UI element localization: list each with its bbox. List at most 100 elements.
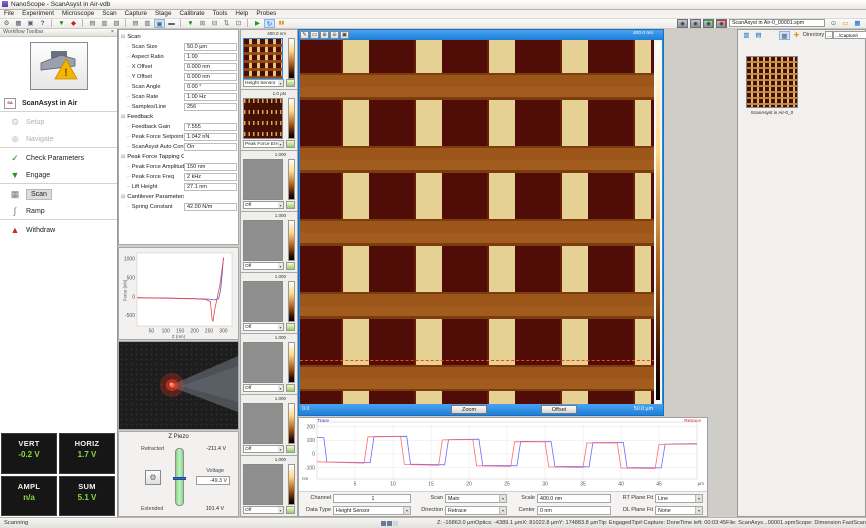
menu-item[interactable]: Microscope [58, 10, 98, 18]
workflow-item-ramp[interactable]: ∫ Ramp [0, 203, 117, 220]
scope-control-value[interactable]: Height Sensor [333, 506, 411, 515]
save-icon[interactable]: ▣ [25, 19, 36, 28]
z-piezo-settings-button[interactable]: ⚙ [145, 470, 161, 485]
grid-tool-icon[interactable]: ▣ [340, 31, 349, 39]
parameter-value-field[interactable]: 1.00 Hz [184, 93, 237, 101]
separator[interactable] [247, 19, 248, 27]
channel-thumbnail[interactable] [243, 281, 283, 322]
parameter-value-field[interactable]: 7.555 [184, 123, 237, 131]
workflow-item-scan[interactable]: ▦ Scan [0, 186, 117, 203]
parameter-value-field[interactable]: 0.00 ° [184, 83, 237, 91]
panel-wide-icon[interactable]: ▬ [166, 19, 177, 28]
browse-directory-button[interactable]: … [825, 31, 833, 39]
channel-thumbnail[interactable] [243, 38, 283, 79]
menu-item[interactable]: Experiment [18, 10, 58, 18]
import-doc-icon[interactable]: ▼ [185, 19, 196, 28]
capture-start-icon[interactable]: ◉ [703, 19, 714, 28]
zoom-out-icon[interactable]: ⊖ [330, 31, 339, 39]
parameter-value-field[interactable]: 27.1 nm [184, 183, 237, 191]
parameter-value-field[interactable]: 256 [184, 103, 237, 111]
folder-up-icon[interactable]: ✚ [791, 31, 802, 40]
nav-window-icon[interactable]: ▦ [852, 19, 863, 28]
doc-save-icon[interactable]: ⊡ [233, 19, 244, 28]
scan-play-icon[interactable]: ▶ [252, 19, 263, 28]
z-piezo-slider-marker[interactable] [173, 477, 186, 480]
help-icon[interactable]: ? [37, 19, 48, 28]
separator[interactable] [180, 19, 181, 27]
doc-open-icon[interactable]: ⊞ [197, 19, 208, 28]
parameter-value-field[interactable]: 0.000 nm [184, 63, 237, 71]
parameter-value-field[interactable]: 1.00 [184, 53, 237, 61]
menu-item[interactable]: Scan [98, 10, 120, 18]
channel-thumbnail[interactable] [243, 403, 283, 444]
channel-preview-icon[interactable] [286, 79, 295, 87]
box-tool-icon[interactable]: ▭ [310, 31, 319, 39]
view-list-icon[interactable]: ▤ [753, 31, 764, 40]
scope-control-value[interactable]: Main [445, 494, 507, 503]
scope-control-value[interactable]: Retrace [445, 506, 507, 515]
channel-select[interactable]: Peak Force Error [243, 140, 284, 148]
channel-select[interactable]: Off [243, 506, 284, 514]
channel-select[interactable]: Off [243, 201, 284, 209]
menu-item[interactable]: Help [231, 10, 252, 18]
panel-columns-icon[interactable]: ▥ [142, 19, 153, 28]
browse-folder-icon[interactable]: ▭ [840, 19, 851, 28]
channel-preview-icon[interactable] [286, 201, 295, 209]
parameter-value-field[interactable]: 150 nm [184, 163, 237, 171]
channel-select[interactable]: Off [243, 384, 284, 392]
probe-setup-icon[interactable]: ⚙ [1, 19, 12, 28]
capture-filename-input[interactable] [729, 19, 825, 27]
panel-image-icon[interactable]: ▣ [154, 19, 165, 28]
view-large-icon[interactable]: ▥ [741, 31, 752, 40]
workflow-item-engage[interactable]: ▼ Engage [0, 167, 117, 184]
menu-item[interactable]: Capture [121, 10, 151, 18]
parameter-value-field[interactable]: 50.0 µm [184, 43, 237, 51]
refresh-view-icon[interactable]: ▦ [779, 31, 790, 40]
workflow-item-check-parameters[interactable]: ✓ Check Parameters [0, 150, 117, 167]
scan-refresh-icon[interactable]: ↻ [264, 19, 275, 28]
channel-select[interactable]: Height Sensor [243, 79, 284, 87]
scope-control-value[interactable]: Line [655, 494, 703, 503]
scope-control-value[interactable]: None [655, 506, 703, 515]
workflow-item-experiment[interactable]: SA ScanAsyst in Air [0, 95, 117, 112]
parameter-value-field[interactable]: 0.000 nm [184, 73, 237, 81]
optical-camera-view[interactable] [118, 341, 239, 430]
layout-b-icon[interactable]: ▥ [99, 19, 110, 28]
channel-preview-icon[interactable] [286, 506, 295, 514]
channel-preview-icon[interactable] [286, 323, 295, 331]
workflow-item-withdraw[interactable]: ▲ Withdraw [0, 222, 117, 239]
layout-a-icon[interactable]: ▤ [87, 19, 98, 28]
separator[interactable] [51, 19, 52, 27]
engage-down-icon[interactable]: ▼ [56, 19, 67, 28]
channel-select[interactable]: Off [243, 262, 284, 270]
doc-close-icon[interactable]: ⊟ [209, 19, 220, 28]
directory-path-field[interactable] [833, 31, 866, 39]
channel-select[interactable]: Off [243, 445, 284, 453]
doc-sync-icon[interactable]: ⇅ [221, 19, 232, 28]
channel-preview-icon[interactable] [286, 262, 295, 270]
layout-c-icon[interactable]: ▨ [111, 19, 122, 28]
parameter-value-field[interactable]: 42.00 N/m [184, 203, 237, 211]
channel-thumbnail[interactable] [243, 342, 283, 383]
scope-control-value[interactable]: 0 nm [537, 506, 611, 515]
draw-line-icon[interactable]: ✎ [300, 31, 309, 39]
menu-item[interactable]: Stage [151, 10, 175, 18]
afm-height-image[interactable] [300, 40, 655, 404]
menu-item[interactable]: Tools [209, 10, 232, 18]
offset-button[interactable]: Offset [541, 405, 577, 414]
channel-select[interactable]: Off [243, 323, 284, 331]
parameter-value-field[interactable]: On [184, 143, 237, 151]
capture-image-icon[interactable]: ◉ [677, 19, 688, 28]
capture-timer-icon[interactable]: ⊙ [828, 19, 839, 28]
workflow-item-navigate[interactable]: ⊕ Navigate [0, 131, 117, 148]
voltage-value-field[interactable]: -49.3 V [196, 476, 230, 485]
menu-item[interactable]: Calibrate [175, 10, 208, 18]
channel-thumbnail[interactable] [243, 159, 283, 200]
channel-preview-icon[interactable] [286, 384, 295, 392]
close-icon[interactable]: × [111, 29, 114, 36]
stage-icon[interactable]: ▦ [13, 19, 24, 28]
menu-item[interactable]: File [0, 10, 18, 18]
scope-control-value[interactable]: 400.0 nm [537, 494, 611, 503]
menu-item[interactable]: Probes [252, 10, 280, 18]
zoom-in-icon[interactable]: ⊕ [320, 31, 329, 39]
